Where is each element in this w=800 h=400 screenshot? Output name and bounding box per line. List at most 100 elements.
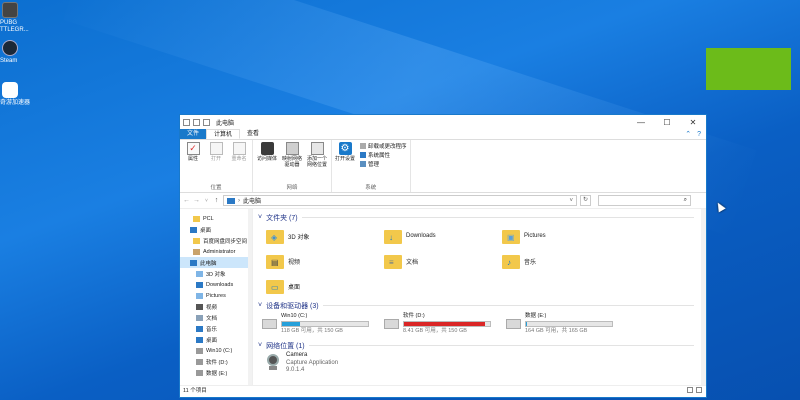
- desktop-icon-booster[interactable]: 奇游加速器: [0, 82, 30, 107]
- properties-check-icon: ✓: [186, 142, 200, 155]
- sidebar-item-label: Pictures: [206, 292, 226, 299]
- sidebar-item-drive-e[interactable]: 数据 (E:): [180, 367, 252, 378]
- tab-computer[interactable]: 计算机: [206, 129, 241, 139]
- sidebar-item-drive-c[interactable]: Win10 (C:): [180, 345, 252, 356]
- sidebar-item-drive-d[interactable]: 软件 (D:): [180, 356, 252, 367]
- network-item-camera[interactable]: Camera Capture Application 9.0.1.4: [258, 351, 706, 375]
- folder-label: 文档: [406, 259, 419, 266]
- music-icon: ♪: [502, 253, 520, 269]
- rename-button[interactable]: 重命名: [229, 142, 249, 183]
- network-item-description: Capture Application: [286, 359, 339, 366]
- sidebar-item-documents[interactable]: 文档: [180, 312, 252, 323]
- documents-icon: ≡: [384, 253, 402, 269]
- maximize-button[interactable]: ☐: [654, 118, 680, 127]
- settings-gear-icon: ⚙: [338, 142, 352, 155]
- open-button[interactable]: 打开: [206, 142, 226, 183]
- media-icon: [260, 142, 274, 155]
- properties-button[interactable]: ✓ 属性: [183, 142, 203, 183]
- drive-icon: [384, 319, 399, 329]
- close-button[interactable]: ✕: [680, 118, 706, 127]
- address-bar[interactable]: › 此电脑 ˅: [223, 195, 577, 206]
- sidebar-item-music[interactable]: 音乐: [180, 323, 252, 334]
- folder-documents[interactable]: ≡ 文档: [384, 250, 502, 272]
- drive-d[interactable]: 软件 (D:) 8.41 GB 可用，共 150 GB: [384, 313, 498, 337]
- folder-desktop[interactable]: ▭ 桌面: [266, 275, 384, 297]
- folder-3d-objects[interactable]: ◈ 3D 对象: [266, 225, 384, 247]
- sidebar-item-baidu-sync[interactable]: 百度网盘同步空间: [180, 235, 252, 246]
- open-icon: [209, 142, 223, 155]
- minimize-button[interactable]: —: [628, 118, 654, 127]
- details-view-icon[interactable]: [687, 387, 693, 393]
- folder-downloads[interactable]: ↓ Downloads: [384, 225, 502, 247]
- drive-c[interactable]: Win10 (C:) 118 GB 可用，共 150 GB: [262, 313, 376, 337]
- back-arrow-icon[interactable]: ←: [183, 197, 190, 204]
- open-settings-button[interactable]: ⚙ 打开设置: [335, 142, 355, 183]
- folder-videos[interactable]: ▤ 视频: [266, 250, 384, 272]
- title-bar[interactable]: 此电脑 — ☐ ✕: [180, 115, 706, 129]
- search-input[interactable]: ⌕: [598, 195, 691, 206]
- navigation-bar: ← → ˅ ↑ › 此电脑 ˅ ↻ ⌕: [180, 193, 706, 209]
- folder-pictures[interactable]: ▣ Pictures: [502, 225, 620, 247]
- large-icons-view-icon[interactable]: [696, 387, 702, 393]
- rename-label: 重命名: [231, 156, 247, 162]
- tab-view[interactable]: 查看: [240, 129, 266, 139]
- drive-e[interactable]: 数据 (E:) 164 GB 可用，共 165 GB: [506, 313, 620, 337]
- chevron-down-icon: ˅: [258, 302, 263, 309]
- add-location-icon: [310, 142, 324, 155]
- new-folder-icon[interactable]: [203, 118, 210, 126]
- sidebar-item-videos[interactable]: 视频: [180, 301, 252, 312]
- folder-label: Pictures: [524, 233, 546, 239]
- help-icon[interactable]: ?: [697, 131, 701, 138]
- drive-sizes: 8.41 GB 可用，共 150 GB: [403, 328, 467, 334]
- sidebar-item-downloads[interactable]: Downloads: [180, 279, 252, 290]
- sidebar-item-label: 软件 (D:): [206, 359, 228, 366]
- properties-icon[interactable]: [193, 118, 200, 126]
- section-header-network[interactable]: ˅ 网络位置 (1): [258, 340, 706, 351]
- tab-file[interactable]: 文件: [180, 129, 207, 139]
- up-arrow-icon[interactable]: ↑: [213, 197, 220, 204]
- desktop-icon-label: Steam: [0, 58, 18, 64]
- map-drive-button[interactable]: 映射网络驱动器: [281, 142, 303, 183]
- forward-arrow-icon[interactable]: →: [193, 197, 200, 204]
- recent-dropdown-icon[interactable]: ˅: [203, 198, 210, 204]
- desktop-icon: [190, 226, 197, 233]
- content-scrollbar[interactable]: [701, 209, 706, 385]
- green-desktop-tile: [706, 48, 791, 90]
- content-pane: ˅ 文件夹 (7) ◈ 3D 对象 ↓ Downloads ▣ Pictures: [253, 209, 706, 385]
- section-header-folders[interactable]: ˅ 文件夹 (7): [258, 212, 706, 223]
- sidebar-item-pictures[interactable]: Pictures: [180, 290, 252, 301]
- sidebar-item-administrator[interactable]: Administrator: [180, 246, 252, 257]
- folder-icon[interactable]: [183, 118, 190, 126]
- sidebar-item-pcl[interactable]: PCL: [180, 213, 252, 224]
- chevron-down-icon[interactable]: ˅: [569, 198, 573, 204]
- downloads-icon: ↓: [384, 228, 402, 244]
- refresh-button[interactable]: ↻: [580, 195, 591, 206]
- steam-icon: [2, 40, 18, 56]
- manage-button[interactable]: 管理: [360, 160, 407, 168]
- desktop-icon-steam[interactable]: Steam: [0, 40, 30, 65]
- chevron-up-icon[interactable]: ⌃: [685, 130, 691, 138]
- drive-sizes: 118 GB 可用，共 150 GB: [281, 328, 343, 334]
- network-item-version: 9.0.1.4: [286, 367, 305, 373]
- sidebar-scrollbar[interactable]: [248, 209, 252, 385]
- sidebar-item-3d-objects[interactable]: 3D 对象: [180, 268, 252, 279]
- uninstall-programs-button[interactable]: 卸载或更改程序: [360, 142, 407, 150]
- system-properties-button[interactable]: 系统属性: [360, 151, 407, 159]
- map-drive-label: 映射网络驱动器: [281, 156, 302, 168]
- add-network-location-button[interactable]: 添加一个网络位置: [306, 142, 328, 183]
- folder-icon: [193, 215, 200, 222]
- folder-music[interactable]: ♪ 音乐: [502, 250, 620, 272]
- sidebar-item-desktop[interactable]: 桌面: [180, 224, 252, 235]
- sidebar-item-this-pc[interactable]: 此电脑: [180, 257, 252, 268]
- access-media-button[interactable]: 访问媒体: [256, 142, 278, 183]
- section-header-devices[interactable]: ˅ 设备和驱动器 (3): [258, 300, 706, 311]
- desktop-icon-pubg[interactable]: PUBG TTLEGR...: [0, 2, 30, 34]
- pubg-icon: [2, 2, 18, 18]
- sidebar-item-label: PCL: [203, 215, 214, 222]
- sidebar-item-desktop-2[interactable]: 桌面: [180, 334, 252, 345]
- ribbon-group-network: 访问媒体 映射网络驱动器 添加一个网络位置 网络: [253, 140, 332, 192]
- breadcrumb[interactable]: 此电脑: [243, 196, 261, 205]
- sidebar-item-label: 数据 (E:): [206, 370, 228, 377]
- camera-icon: [264, 352, 282, 372]
- desktop-icon: [196, 336, 203, 343]
